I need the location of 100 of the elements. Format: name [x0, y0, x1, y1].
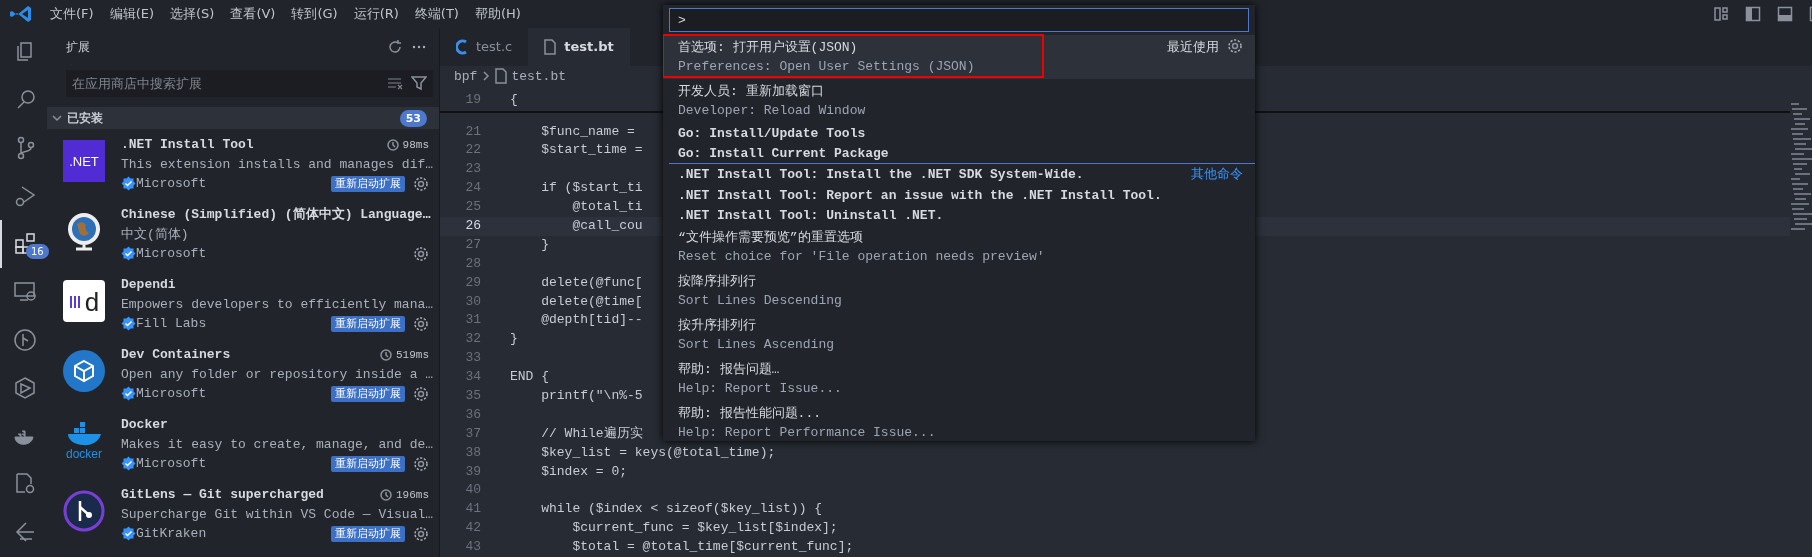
menu-item[interactable]: 运行(R): [345, 0, 407, 28]
menu-item[interactable]: 终端(T): [406, 0, 467, 28]
extension-name: .NET Install Tool: [121, 136, 254, 154]
publisher-name: Microsoft: [136, 385, 208, 403]
filter-icon[interactable]: [411, 75, 427, 91]
command-label: 帮助: 报告问题…: [678, 360, 781, 379]
command-label: 首选项: 打开用户设置(JSON): [678, 39, 859, 57]
command-label: .NET Install Tool: Report an issue with the .NET Install Tool.: [678, 186, 1163, 205]
settings-icon[interactable]: [413, 385, 429, 402]
code-line: {: [509, 90, 518, 109]
command-label: 开发人员: 重新加载窗口: [678, 83, 825, 101]
settings-icon[interactable]: [413, 525, 429, 542]
activation-time: 519ms: [396, 347, 429, 363]
logo-text: docker: [66, 448, 102, 460]
history-icon: [379, 488, 392, 502]
code-line: $func_name =: [540, 122, 636, 141]
extension-item[interactable]: d Dependi Empowers developers to efficiently mana… Fill Labs 重新启动扩展: [47, 269, 439, 339]
extension-item[interactable]: Dev Containers 519ms Open any folder or repository inside a … Microsoft 重新启动扩展: [47, 339, 439, 409]
line-number: 29: [464, 273, 482, 292]
command-item[interactable]: 帮助: 报告性能问题... Help: Report Performance Issue...: [663, 400, 1255, 441]
menu-item[interactable]: 帮助(H): [466, 0, 529, 28]
command-label: 帮助: 报告性能问题...: [678, 404, 822, 423]
line-number: 34: [464, 368, 482, 387]
command-label: Go: Install Current Package: [678, 145, 890, 163]
settings-icon[interactable]: [413, 315, 429, 332]
code-line: if ($start_ti: [540, 179, 643, 198]
dependi-logo: d: [63, 280, 105, 322]
extension-item[interactable]: GitLens — Git supercharged 196ms Supercharge Git within VS Code — Visual… GitKraken 重新启动扩展: [47, 479, 439, 549]
restart-button[interactable]: 重新启动扩展: [331, 175, 405, 192]
extension-item[interactable]: Chinese (Simplified) (简体中文) Language… 中文(简体) Microsoft: [47, 199, 439, 269]
restart-button[interactable]: 重新启动扩展: [331, 455, 405, 472]
line-number: 43: [464, 538, 482, 557]
code-line: printf("\n%-5: [540, 387, 643, 405]
line-number: 32: [464, 330, 482, 349]
section-title: 已安装: [67, 110, 104, 127]
command-detail: Preferences: Open User Settings (JSON): [678, 58, 976, 76]
menu-item[interactable]: 文件(F): [42, 0, 102, 28]
refresh-icon[interactable]: [387, 39, 403, 55]
command-item[interactable]: .NET Install Tool: Install the .NET SDK System-Wide. 其他命令: [669, 163, 1255, 185]
count-badge: 53: [399, 109, 427, 127]
breadcrumb-item[interactable]: bpf: [454, 66, 478, 86]
breadcrumb-item[interactable]: test.bt: [511, 66, 566, 86]
command-label: .NET Install Tool: Install the .NET SDK System-Wide.: [678, 166, 1085, 184]
settings-icon[interactable]: [413, 245, 429, 262]
extension-item[interactable]: .NET .NET Install Tool 98ms This extension installs and manages dif… Microsoft 重新启动扩展: [47, 129, 439, 199]
restart-button[interactable]: 重新启动扩展: [331, 315, 405, 332]
search-field[interactable]: 在应用商店中搜索扩展: [66, 70, 433, 97]
file-icon: [544, 39, 557, 55]
line-number: 31: [464, 311, 482, 330]
command-detail: Developer: Reload Window: [678, 102, 867, 120]
command-item[interactable]: 首选项: 打开用户设置(JSON) Preferences: Open User Settings (JSON) 最近使用: [663, 35, 1255, 79]
activation-time: 196ms: [396, 487, 429, 503]
publisher-name: Microsoft: [136, 455, 208, 473]
code-line: @depth[tid]--: [540, 311, 643, 330]
command-detail: Sort Lines Descending: [678, 291, 843, 310]
menu-item[interactable]: 选择(S): [162, 0, 223, 28]
line-number: 38: [464, 443, 482, 462]
command-item[interactable]: Go: Install/Update Tools: [663, 123, 1255, 143]
code-line: END {: [509, 368, 549, 387]
layout-icon[interactable]: [1713, 6, 1729, 22]
sidebar-toggle-icon[interactable]: [1745, 6, 1761, 22]
command-item[interactable]: 按升序排列行 Sort Lines Ascending: [663, 312, 1255, 357]
command-detail: Reset choice for 'File operation needs preview': [678, 247, 1046, 266]
command-label: .NET Install Tool: Uninstall .NET.: [678, 206, 945, 225]
command-item[interactable]: .NET Install Tool: Uninstall .NET.: [663, 204, 1255, 225]
command-label: 按降序排列行: [678, 272, 757, 291]
command-item[interactable]: Go: Install Current Package: [663, 143, 1255, 163]
settings-icon[interactable]: [413, 455, 429, 472]
section-header[interactable]: 已安装 53: [47, 107, 439, 129]
settings-icon[interactable]: [1227, 38, 1243, 54]
history-icon: [379, 348, 392, 362]
panel-toggle-icon[interactable]: [1777, 6, 1793, 22]
code-line: delete(@time[: [540, 292, 643, 311]
command-item[interactable]: 按降序排列行 Sort Lines Descending: [663, 268, 1255, 313]
restart-button[interactable]: 重新启动扩展: [331, 525, 405, 542]
line-number: 30: [464, 292, 482, 311]
command-label: Go: Install/Update Tools: [678, 125, 867, 143]
history-icon: [385, 138, 399, 152]
extension-name: Docker: [121, 416, 168, 434]
menu-item[interactable]: 查看(V): [222, 0, 284, 28]
group-label: 其他命令: [1191, 166, 1243, 184]
menu-item[interactable]: 编辑(E): [101, 0, 162, 28]
menu-item[interactable]: 转到(G): [283, 0, 346, 28]
restart-button[interactable]: 重新启动扩展: [331, 385, 405, 402]
gitlens-logo: [63, 490, 105, 532]
editor-tab[interactable]: test.bt: [528, 28, 630, 66]
settings-icon[interactable]: [413, 175, 429, 192]
command-item[interactable]: 帮助: 报告问题… Help: Report Issue...: [663, 356, 1255, 401]
code-line: }: [509, 330, 518, 349]
clear-filter-icon[interactable]: [387, 75, 403, 91]
line-number: 36: [464, 405, 482, 424]
command-item[interactable]: 开发人员: 重新加载窗口 Developer: Reload Window: [663, 79, 1255, 123]
extension-item[interactable]: docker Docker Makes it easy to create, manage, and de… Microsoft 重新启动扩展: [47, 409, 439, 479]
command-item[interactable]: “文件操作需要预览”的重置选项 Reset choice for 'File operation needs preview': [663, 224, 1255, 269]
cube-logo: [63, 350, 105, 392]
extension-name: Dev Containers: [121, 346, 231, 364]
command-input[interactable]: >: [669, 8, 1249, 32]
command-item[interactable]: .NET Install Tool: Report an issue with the .NET Install Tool.: [663, 184, 1255, 205]
c-file-icon: [456, 39, 468, 55]
command-detail: Sort Lines Ascending: [678, 335, 836, 354]
